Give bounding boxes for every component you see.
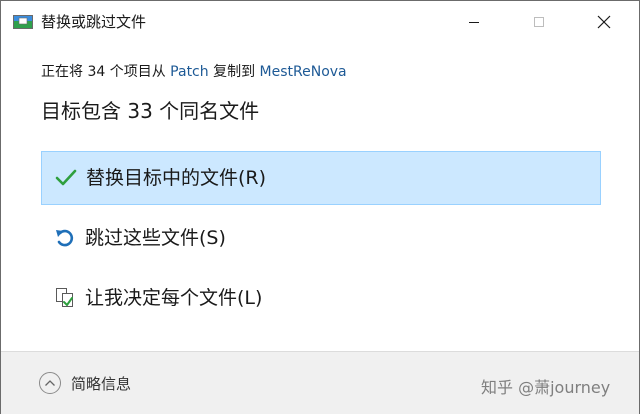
undo-arrow-icon: [53, 226, 77, 250]
maximize-icon: [534, 17, 544, 27]
copy-status-middle: 复制到: [208, 64, 260, 80]
checkmark-icon: [54, 166, 78, 190]
less-details-label: 简略信息: [71, 374, 132, 393]
close-icon: [597, 15, 611, 29]
file-copy-icon: [13, 14, 33, 30]
copy-status-text: 正在将 34 个项目从 Patch 复制到 MestReNova: [41, 61, 347, 83]
replace-files-option[interactable]: 替换目标中的文件(R): [41, 151, 601, 205]
skip-files-label: 跳过这些文件(S): [85, 227, 226, 249]
copy-status-prefix: 正在将 34 个项目从: [41, 64, 171, 80]
replace-or-skip-dialog: 替换或跳过文件 正在将 34 个项目从 Patch 复制到 MestReNova…: [0, 0, 640, 414]
destination-folder-link[interactable]: MestReNova: [260, 64, 347, 80]
watermark: 知乎 @萧journey: [481, 378, 611, 397]
replace-files-label: 替换目标中的文件(R): [86, 167, 267, 189]
window-title: 替换或跳过文件: [41, 13, 147, 31]
source-folder-link[interactable]: Patch: [170, 64, 208, 80]
chevron-up-icon: [39, 372, 61, 394]
conflict-heading: 目标包含 33 个同名文件: [41, 99, 260, 123]
close-button[interactable]: [581, 1, 627, 43]
decide-each-file-option[interactable]: 让我决定每个文件(L): [41, 271, 601, 325]
compare-files-icon: [53, 286, 77, 310]
minimize-button[interactable]: [451, 1, 497, 43]
maximize-button[interactable]: [516, 1, 562, 43]
dialog-content: 正在将 34 个项目从 Patch 复制到 MestReNova 目标包含 33…: [1, 43, 639, 351]
less-details-toggle[interactable]: 简略信息: [39, 372, 131, 394]
skip-files-option[interactable]: 跳过这些文件(S): [41, 211, 601, 265]
decide-each-file-label: 让我决定每个文件(L): [85, 287, 263, 309]
minimize-icon: [469, 22, 479, 23]
title-bar[interactable]: 替换或跳过文件: [1, 1, 639, 43]
dialog-footer: 简略信息 知乎 @萧journey: [1, 351, 639, 414]
